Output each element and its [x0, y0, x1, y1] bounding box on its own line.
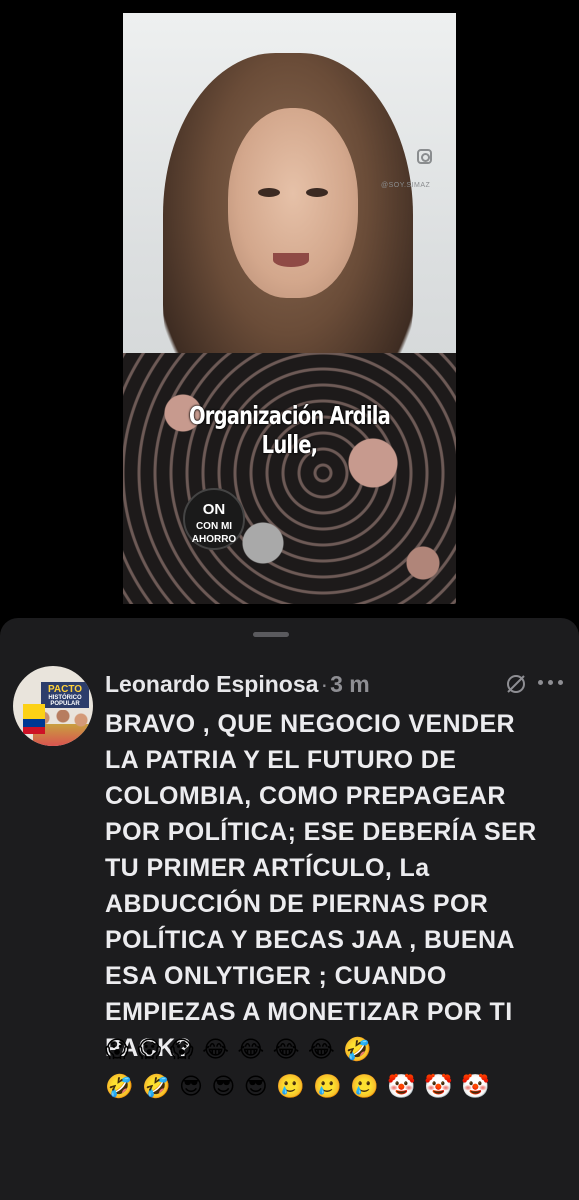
comment-text: BRAVO , QUE NEGOCIO VENDER LA PATRIA Y E…: [105, 710, 537, 1062]
video-subject-eye-left: [258, 188, 280, 197]
comment-emojis: 😱 😱 😱 😂 😂 😂 😂 🤣 🤣 🤣 😎 😎 😎 🥲 🥲 🥲 🤡 🤡 🤡: [105, 1031, 565, 1105]
translate-off-icon[interactable]: [505, 673, 527, 695]
video-caption: Organización Ardila Lulle,: [188, 401, 391, 459]
video-player[interactable]: @SOY.SIMAZ Organización Ardila Lulle, ON…: [123, 13, 456, 604]
instagram-icon: [417, 149, 432, 164]
more-dot: [548, 680, 553, 685]
avatar-sign: PACTO HISTÓRICO POPULAR: [41, 682, 89, 708]
separator-dot: ·: [320, 671, 329, 697]
emoji-line-1: 😱 😱 😱 😂 😂 😂 😂 🤣: [105, 1036, 373, 1062]
video-subject-shirt: [123, 353, 456, 604]
comments-sheet: PACTO HISTÓRICO POPULAR Leonardo Espinos…: [0, 618, 579, 1200]
more-icon[interactable]: [538, 680, 564, 688]
video-subject-face: [228, 108, 358, 298]
timestamp: 3 m: [330, 671, 370, 697]
pin-badge-line2: CON MI: [195, 520, 233, 532]
colombia-flag-icon: [23, 704, 45, 734]
emoji-line-2: 🤣 🤣 😎 😎 😎 🥲 🥲 🥲 🤡 🤡 🤡: [105, 1073, 491, 1099]
more-dot: [558, 680, 563, 685]
pin-badge-line3: AHORRO: [191, 533, 237, 545]
video-subject-mouth: [273, 253, 309, 267]
media-area: @SOY.SIMAZ Organización Ardila Lulle, ON…: [0, 0, 579, 618]
sheet-grabber[interactable]: [253, 632, 289, 637]
more-dot: [538, 680, 543, 685]
video-subject-eye-right: [306, 188, 328, 197]
watermark-handle: @SOY.SIMAZ: [381, 182, 431, 189]
avatar-sign-title: PACTO: [47, 684, 83, 695]
comment-header: Leonardo Espinosa·3 m: [105, 671, 370, 698]
avatar[interactable]: PACTO HISTÓRICO POPULAR: [13, 666, 93, 746]
author-name[interactable]: Leonardo Espinosa: [105, 671, 318, 697]
avatar-sign-sub2: POPULAR: [50, 701, 80, 707]
pin-badge-line1: ON: [202, 501, 226, 518]
pin-badge: ON CON MI AHORRO: [183, 488, 245, 550]
